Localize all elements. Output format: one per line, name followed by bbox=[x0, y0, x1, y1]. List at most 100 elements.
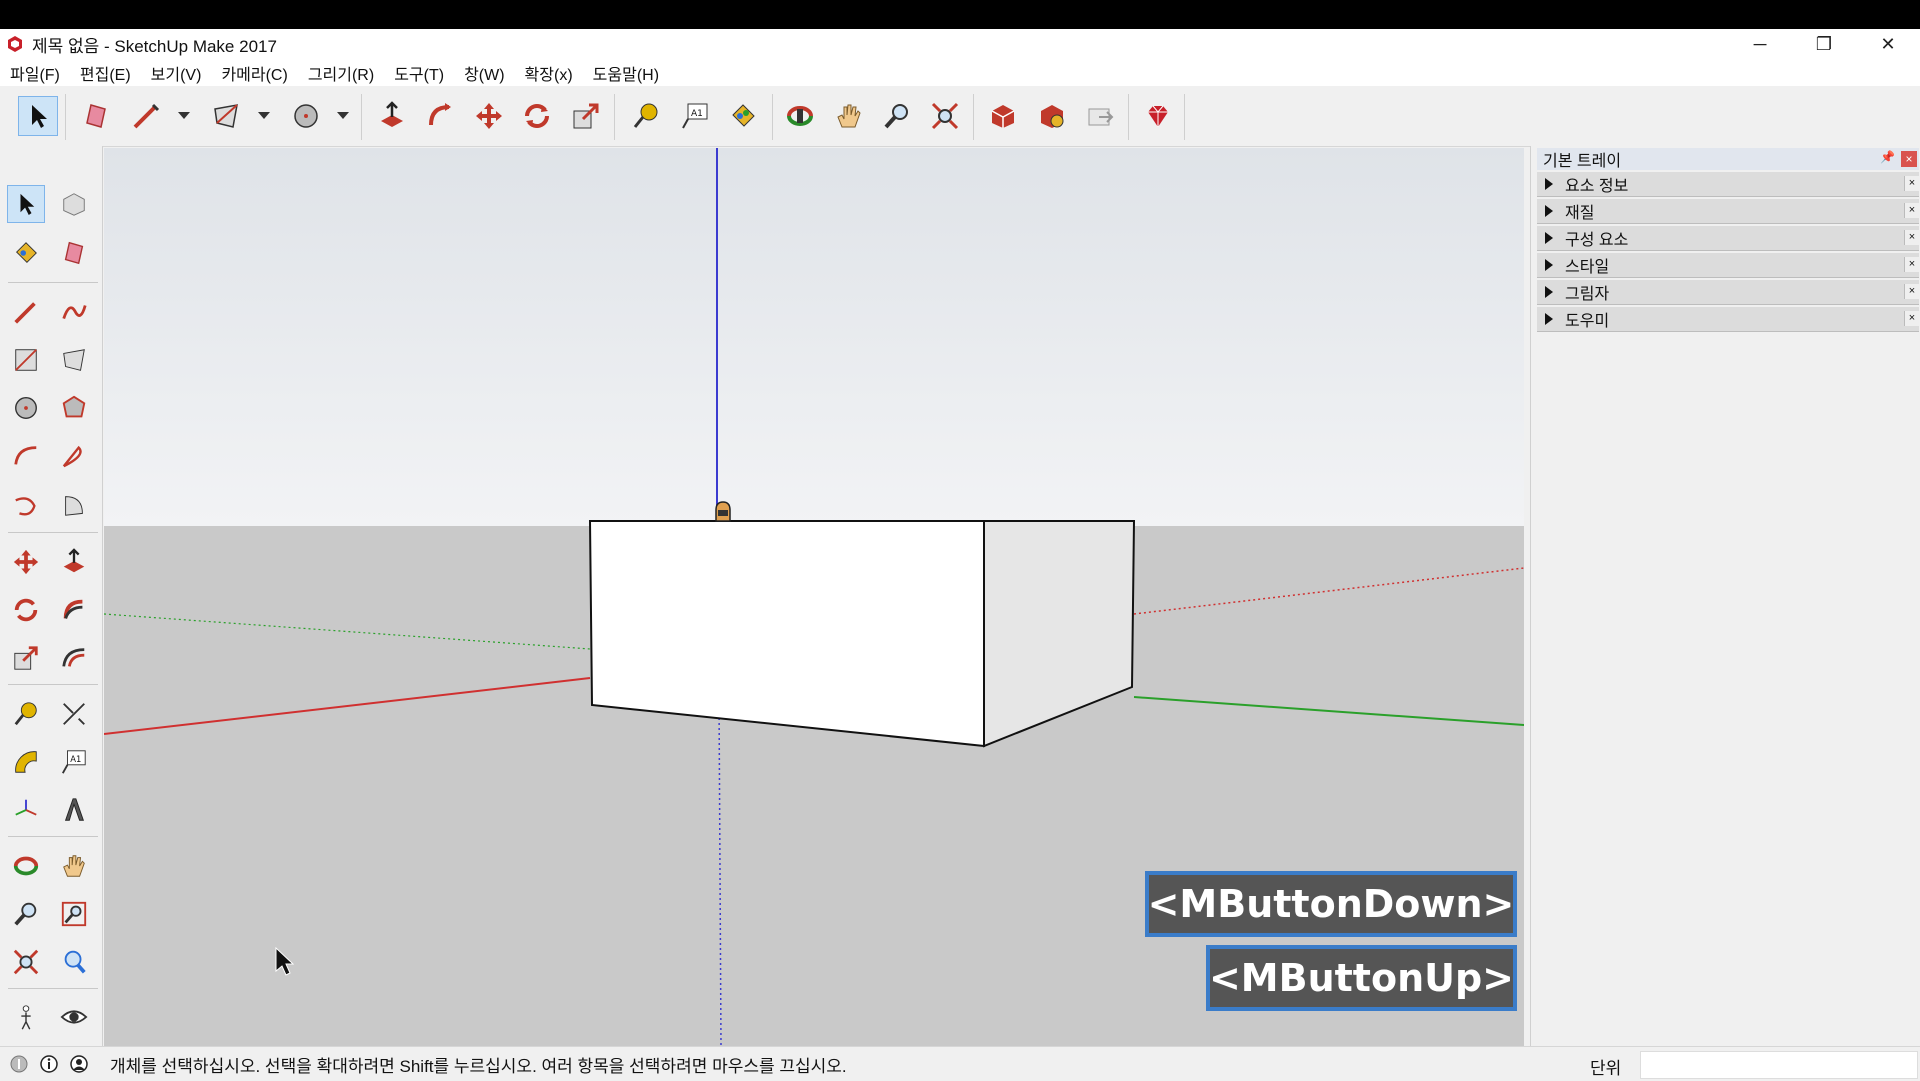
zoom-extents-tool-icon[interactable] bbox=[7, 943, 45, 981]
send-to-layout-icon[interactable] bbox=[1080, 96, 1120, 136]
sketchup-app-icon[interactable] bbox=[6, 35, 24, 53]
scale-tool-icon[interactable] bbox=[566, 96, 606, 136]
menu-view[interactable]: 보기(V) bbox=[141, 61, 212, 85]
make-component-icon[interactable] bbox=[55, 185, 93, 223]
sky bbox=[104, 148, 1524, 526]
arc-tool-icon[interactable] bbox=[7, 437, 45, 475]
paint-bucket-tool-icon[interactable] bbox=[7, 234, 45, 272]
look-around-tool-icon[interactable] bbox=[55, 998, 93, 1036]
panel-close-icon[interactable]: × bbox=[1904, 176, 1919, 191]
line-dropdown-chevron-icon[interactable] bbox=[178, 112, 190, 119]
menu-window[interactable]: 창(W) bbox=[454, 61, 514, 85]
scale-tool-icon[interactable] bbox=[7, 639, 45, 677]
tape-measure-tool-icon[interactable] bbox=[626, 96, 666, 136]
panel-components[interactable]: 구성 요소 × bbox=[1537, 226, 1919, 251]
3d-text-tool-icon[interactable] bbox=[55, 791, 93, 829]
zoom-window-tool-icon[interactable] bbox=[55, 895, 93, 933]
line-tool-icon[interactable] bbox=[126, 96, 166, 136]
expand-arrow-icon[interactable] bbox=[1545, 286, 1553, 298]
menu-file[interactable]: 파일(F) bbox=[0, 61, 70, 85]
select-tool-icon[interactable] bbox=[7, 185, 45, 223]
eraser-tool-icon[interactable] bbox=[55, 234, 93, 272]
move-tool-icon[interactable] bbox=[7, 543, 45, 581]
push-pull-tool-icon[interactable] bbox=[372, 96, 412, 136]
restore-button[interactable]: ❐ bbox=[1792, 29, 1856, 59]
follow-me-tool-icon[interactable] bbox=[55, 591, 93, 629]
expand-arrow-icon[interactable] bbox=[1545, 313, 1553, 325]
zoom-tool-icon[interactable] bbox=[877, 96, 917, 136]
rectangle-tool-icon[interactable] bbox=[7, 341, 45, 379]
circle-dropdown-chevron-icon[interactable] bbox=[337, 112, 349, 119]
scale-figure bbox=[715, 501, 731, 522]
previous-view-tool-icon[interactable] bbox=[55, 943, 93, 981]
circle-tool-icon[interactable] bbox=[7, 389, 45, 427]
menu-camera[interactable]: 카메라(C) bbox=[211, 61, 297, 85]
extension-warehouse-icon[interactable] bbox=[1032, 96, 1072, 136]
menu-draw[interactable]: 그리기(R) bbox=[298, 61, 384, 85]
protractor-tool-icon[interactable] bbox=[7, 743, 45, 781]
panel-close-icon[interactable]: × bbox=[1904, 230, 1919, 245]
3d-warehouse-icon[interactable] bbox=[983, 96, 1023, 136]
circle-tool-icon[interactable] bbox=[286, 96, 326, 136]
minimize-button[interactable]: ─ bbox=[1728, 29, 1792, 59]
rectangle-tool-icon[interactable] bbox=[206, 96, 246, 136]
text-tool-icon[interactable]: A1 bbox=[55, 743, 93, 781]
panel-close-icon[interactable]: × bbox=[1904, 311, 1919, 326]
geo-location-icon[interactable] bbox=[8, 1053, 30, 1075]
zoom-tool-icon[interactable] bbox=[7, 895, 45, 933]
freehand-tool-icon[interactable] bbox=[55, 293, 93, 331]
panel-close-icon[interactable]: × bbox=[1904, 257, 1919, 272]
orbit-tool-icon[interactable] bbox=[7, 847, 45, 885]
push-pull-tool-icon[interactable] bbox=[55, 543, 93, 581]
pan-tool-icon[interactable] bbox=[829, 96, 869, 136]
tray-close-button[interactable]: × bbox=[1901, 151, 1917, 167]
pin-icon[interactable]: 📌 bbox=[1880, 150, 1895, 164]
panel-entity-info[interactable]: 요소 정보 × bbox=[1537, 172, 1919, 197]
axes-tool-icon[interactable] bbox=[7, 791, 45, 829]
panel-instructor[interactable]: 도우미 × bbox=[1537, 307, 1919, 332]
units-label: 단위 bbox=[1590, 1059, 1622, 1078]
follow-me-tool-icon[interactable] bbox=[420, 96, 460, 136]
rotated-rectangle-tool-icon[interactable] bbox=[55, 341, 93, 379]
move-tool-icon[interactable] bbox=[469, 96, 509, 136]
menu-edit[interactable]: 편집(E) bbox=[70, 61, 141, 85]
two-point-arc-tool-icon[interactable] bbox=[55, 437, 93, 475]
expand-arrow-icon[interactable] bbox=[1545, 178, 1553, 190]
panel-materials[interactable]: 재질 × bbox=[1537, 199, 1919, 224]
polygon-tool-icon[interactable] bbox=[55, 389, 93, 427]
window-title: 제목 없음 - SketchUp Make 2017 bbox=[32, 36, 277, 56]
expand-arrow-icon[interactable] bbox=[1545, 205, 1553, 217]
rotate-tool-icon[interactable] bbox=[517, 96, 557, 136]
panel-close-icon[interactable]: × bbox=[1904, 203, 1919, 218]
account-icon[interactable] bbox=[68, 1053, 90, 1075]
menu-tools[interactable]: 도구(T) bbox=[384, 61, 454, 85]
line-tool-icon[interactable] bbox=[7, 293, 45, 331]
offset-tool-icon[interactable] bbox=[55, 639, 93, 677]
ruby-console-icon[interactable] bbox=[1138, 96, 1178, 136]
select-tool-icon[interactable] bbox=[18, 96, 58, 136]
menu-help[interactable]: 도움말(H) bbox=[583, 61, 669, 85]
eraser-tool-icon[interactable] bbox=[76, 96, 116, 136]
pie-tool-icon[interactable] bbox=[55, 486, 93, 524]
close-button[interactable]: ✕ bbox=[1856, 29, 1920, 59]
tape-measure-tool-icon[interactable] bbox=[7, 695, 45, 733]
expand-arrow-icon[interactable] bbox=[1545, 232, 1553, 244]
pan-tool-icon[interactable] bbox=[55, 847, 93, 885]
panel-close-icon[interactable]: × bbox=[1904, 284, 1919, 299]
walk-tool-icon[interactable] bbox=[7, 998, 45, 1036]
zoom-extents-tool-icon[interactable] bbox=[925, 96, 965, 136]
rotate-tool-icon[interactable] bbox=[7, 591, 45, 629]
dimension-tool-icon[interactable] bbox=[55, 695, 93, 733]
menu-extensions[interactable]: 확장(x) bbox=[515, 61, 583, 85]
measurements-input[interactable] bbox=[1640, 1051, 1918, 1079]
info-icon[interactable] bbox=[38, 1053, 60, 1075]
paint-bucket-tool-icon[interactable] bbox=[723, 96, 763, 136]
orbit-tool-icon[interactable] bbox=[780, 96, 820, 136]
panel-styles[interactable]: 스타일 × bbox=[1537, 253, 1919, 278]
text-tool-icon[interactable]: A1 bbox=[675, 96, 715, 136]
expand-arrow-icon[interactable] bbox=[1545, 259, 1553, 271]
shapes-dropdown-chevron-icon[interactable] bbox=[258, 112, 270, 119]
panel-shadows[interactable]: 그림자 × bbox=[1537, 280, 1919, 305]
large-tool-set: A1 bbox=[0, 146, 103, 1046]
three-point-arc-tool-icon[interactable] bbox=[7, 486, 45, 524]
